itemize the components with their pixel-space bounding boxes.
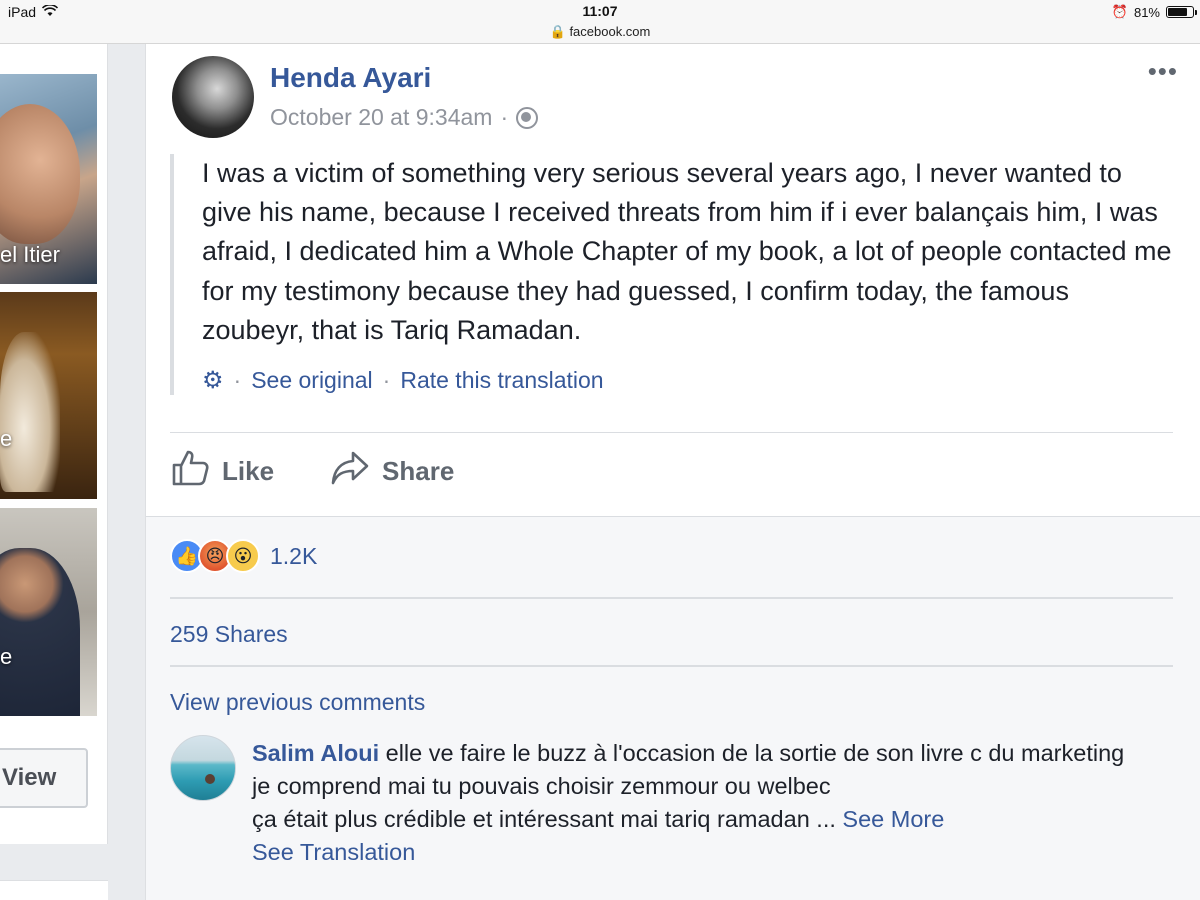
translation-separator: · [233, 367, 242, 394]
like-label: Like [222, 456, 275, 486]
battery-percent: 81% [1133, 4, 1160, 20]
engagement-section: 👍 😠 😮 1.2K 259 Shares View previous comm… [146, 516, 1200, 900]
address-bar[interactable]: 🔒 facebook.com [0, 24, 1200, 40]
profile-photo [0, 548, 80, 716]
battery-icon [1166, 6, 1197, 18]
like-button[interactable]: Like [170, 448, 274, 495]
gear-icon[interactable]: ⚙ [202, 366, 224, 395]
reactions-summary[interactable]: 👍 😠 😮 1.2K [170, 539, 317, 573]
alarm-icon: ⏰ [1111, 4, 1128, 19]
see-more-link[interactable]: See More [842, 806, 944, 832]
thumbs-up-icon [170, 448, 210, 495]
sidebar-card-3[interactable]: e [0, 508, 97, 716]
lock-icon: 🔒 [549, 24, 566, 39]
comment-text-line2: je comprend mai tu pouvais choisir zemmo… [252, 773, 831, 799]
view-previous-comments-link[interactable]: View previous comments [170, 689, 425, 716]
see-translation-link[interactable]: See Translation [252, 839, 415, 865]
author-avatar[interactable] [172, 56, 254, 138]
divider [170, 665, 1173, 667]
wow-reaction-icon: 😮 [226, 539, 260, 573]
comment-author[interactable]: Salim Aloui [252, 740, 379, 766]
book-cover-photo [0, 332, 60, 492]
comment-body: Salim Aloui elle ve faire le buzz à l'oc… [252, 737, 1152, 869]
comment-text-line1: elle ve faire le buzz à l'occasion de la… [385, 740, 1125, 766]
translation-separator: · [382, 367, 391, 394]
view-button[interactable]: View [0, 748, 88, 808]
sidebar-card-label: e [0, 426, 13, 451]
sidebar-card-2[interactable]: e [0, 292, 97, 499]
commenter-avatar[interactable] [170, 735, 236, 801]
post-timestamp[interactable]: October 20 at 9:34am [270, 104, 492, 131]
sidebar: el Itier e e View [0, 44, 108, 844]
status-time: 11:07 [582, 3, 618, 19]
share-icon [330, 448, 370, 495]
share-button[interactable]: Share [330, 448, 454, 495]
divider [170, 597, 1173, 599]
post-card: Henda Ayari October 20 at 9:34am · ••• I… [145, 44, 1200, 900]
globe-icon [516, 106, 539, 129]
sidebar-card-label: el Itier [0, 242, 60, 267]
sidebar-card-label: e [0, 644, 13, 669]
post-author[interactable]: Henda Ayari [270, 62, 431, 94]
translation-bar: ⚙ · See original · Rate this translation [202, 366, 1170, 395]
battery-fill [1168, 8, 1188, 16]
status-bar: iPad 11:07 🔒 facebook.com ⏰ 81% [0, 0, 1200, 44]
post-actions: Like Share [170, 448, 454, 495]
share-label: Share [382, 456, 455, 486]
sidebar-card-1[interactable]: el Itier [0, 74, 97, 284]
post-text: I was a victim of something very serious… [202, 158, 1172, 345]
reactions-count[interactable]: 1.2K [270, 543, 317, 570]
see-original-link[interactable]: See original [251, 367, 372, 394]
profile-photo [0, 104, 80, 244]
meta-separator: · [500, 104, 509, 130]
rate-translation-link[interactable]: Rate this translation [400, 367, 603, 394]
url-text: facebook.com [569, 24, 651, 39]
more-options-icon[interactable]: ••• [1148, 58, 1178, 84]
post-meta: October 20 at 9:34am · [270, 104, 539, 131]
divider [170, 432, 1173, 433]
comment-text-line3: ça était plus crédible et intéressant ma… [252, 806, 836, 832]
shares-count[interactable]: 259 Shares [170, 621, 288, 648]
sidebar-next-card [0, 880, 108, 900]
post-body: I was a victim of something very serious… [170, 154, 1172, 396]
